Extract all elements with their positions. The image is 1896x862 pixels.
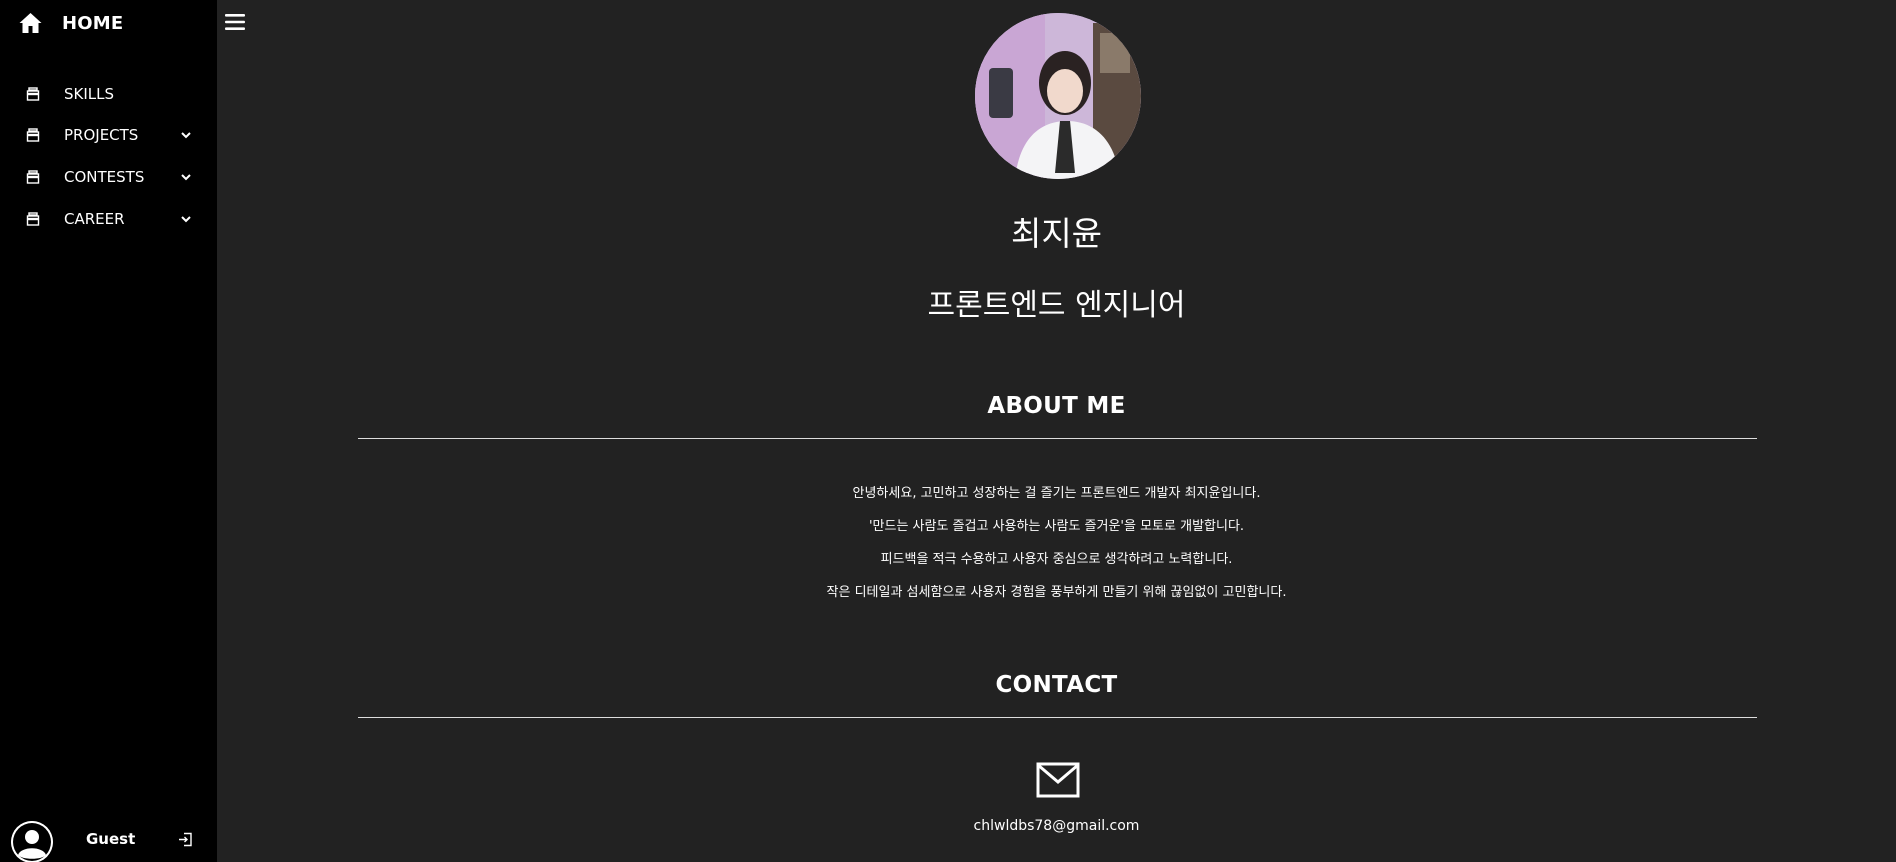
- chevron-down-icon[interactable]: [180, 129, 192, 141]
- login-icon[interactable]: [178, 832, 193, 847]
- sidebar-item-career[interactable]: CAREER: [26, 207, 192, 231]
- about-line: 작은 디테일과 섬세함으로 사용자 경험을 풍부하게 만들기 위해 끊임없이 고…: [826, 585, 1287, 600]
- profile-photo: [975, 13, 1141, 179]
- user-bar: Guest: [0, 818, 217, 862]
- about-divider: [358, 438, 1757, 439]
- sidebar-item-contests[interactable]: CONTESTS: [26, 165, 192, 189]
- sidebar-item-label: CAREER: [64, 210, 125, 228]
- about-title: ABOUT ME: [987, 393, 1126, 419]
- profile-role: 프론트엔드 엔지니어: [927, 288, 1186, 323]
- home-icon: [19, 13, 42, 33]
- user-avatar-icon[interactable]: [11, 821, 53, 862]
- sidebar-item-label: SKILLS: [64, 85, 115, 103]
- home-label: HOME: [62, 12, 124, 34]
- profile-name: 최지윤: [1010, 214, 1103, 253]
- mail-icon[interactable]: [1036, 762, 1080, 798]
- archive-icon: [26, 170, 40, 184]
- profile-photo-image: [975, 13, 1141, 179]
- sidebar-item-label: CONTESTS: [64, 168, 145, 186]
- about-line: 피드백을 적극 수용하고 사용자 중심으로 생각하려고 노력합니다.: [880, 552, 1233, 567]
- about-line: '만드는 사람도 즐겁고 사용하는 사람도 즐거운'을 모토로 개발합니다.: [868, 519, 1245, 534]
- sidebar-item-skills[interactable]: SKILLS: [26, 82, 192, 106]
- sidebar-item-label: PROJECTS: [64, 126, 139, 144]
- user-avatar-icon: [11, 821, 53, 862]
- email-link[interactable]: chlwldbs78@gmail.com: [217, 818, 1896, 834]
- contact-divider: [358, 717, 1757, 718]
- contact-title: CONTACT: [995, 672, 1118, 698]
- sidebar-item-projects[interactable]: PROJECTS: [26, 123, 192, 147]
- archive-icon: [26, 87, 40, 101]
- archive-icon: [26, 212, 40, 226]
- chevron-down-icon[interactable]: [180, 171, 192, 183]
- about-line: 안녕하세요, 고민하고 성장하는 걸 즐기는 프론트엔드 개발자 최지윤입니다.: [852, 486, 1261, 501]
- archive-icon: [26, 128, 40, 142]
- home-link[interactable]: HOME: [18, 10, 123, 36]
- sidebar: HOME SKILLS PROJECTS CONTESTS CAREER Gue…: [0, 0, 217, 862]
- user-name: Guest: [86, 830, 136, 848]
- hamburger-menu-icon[interactable]: [224, 12, 246, 32]
- chevron-down-icon[interactable]: [180, 213, 192, 225]
